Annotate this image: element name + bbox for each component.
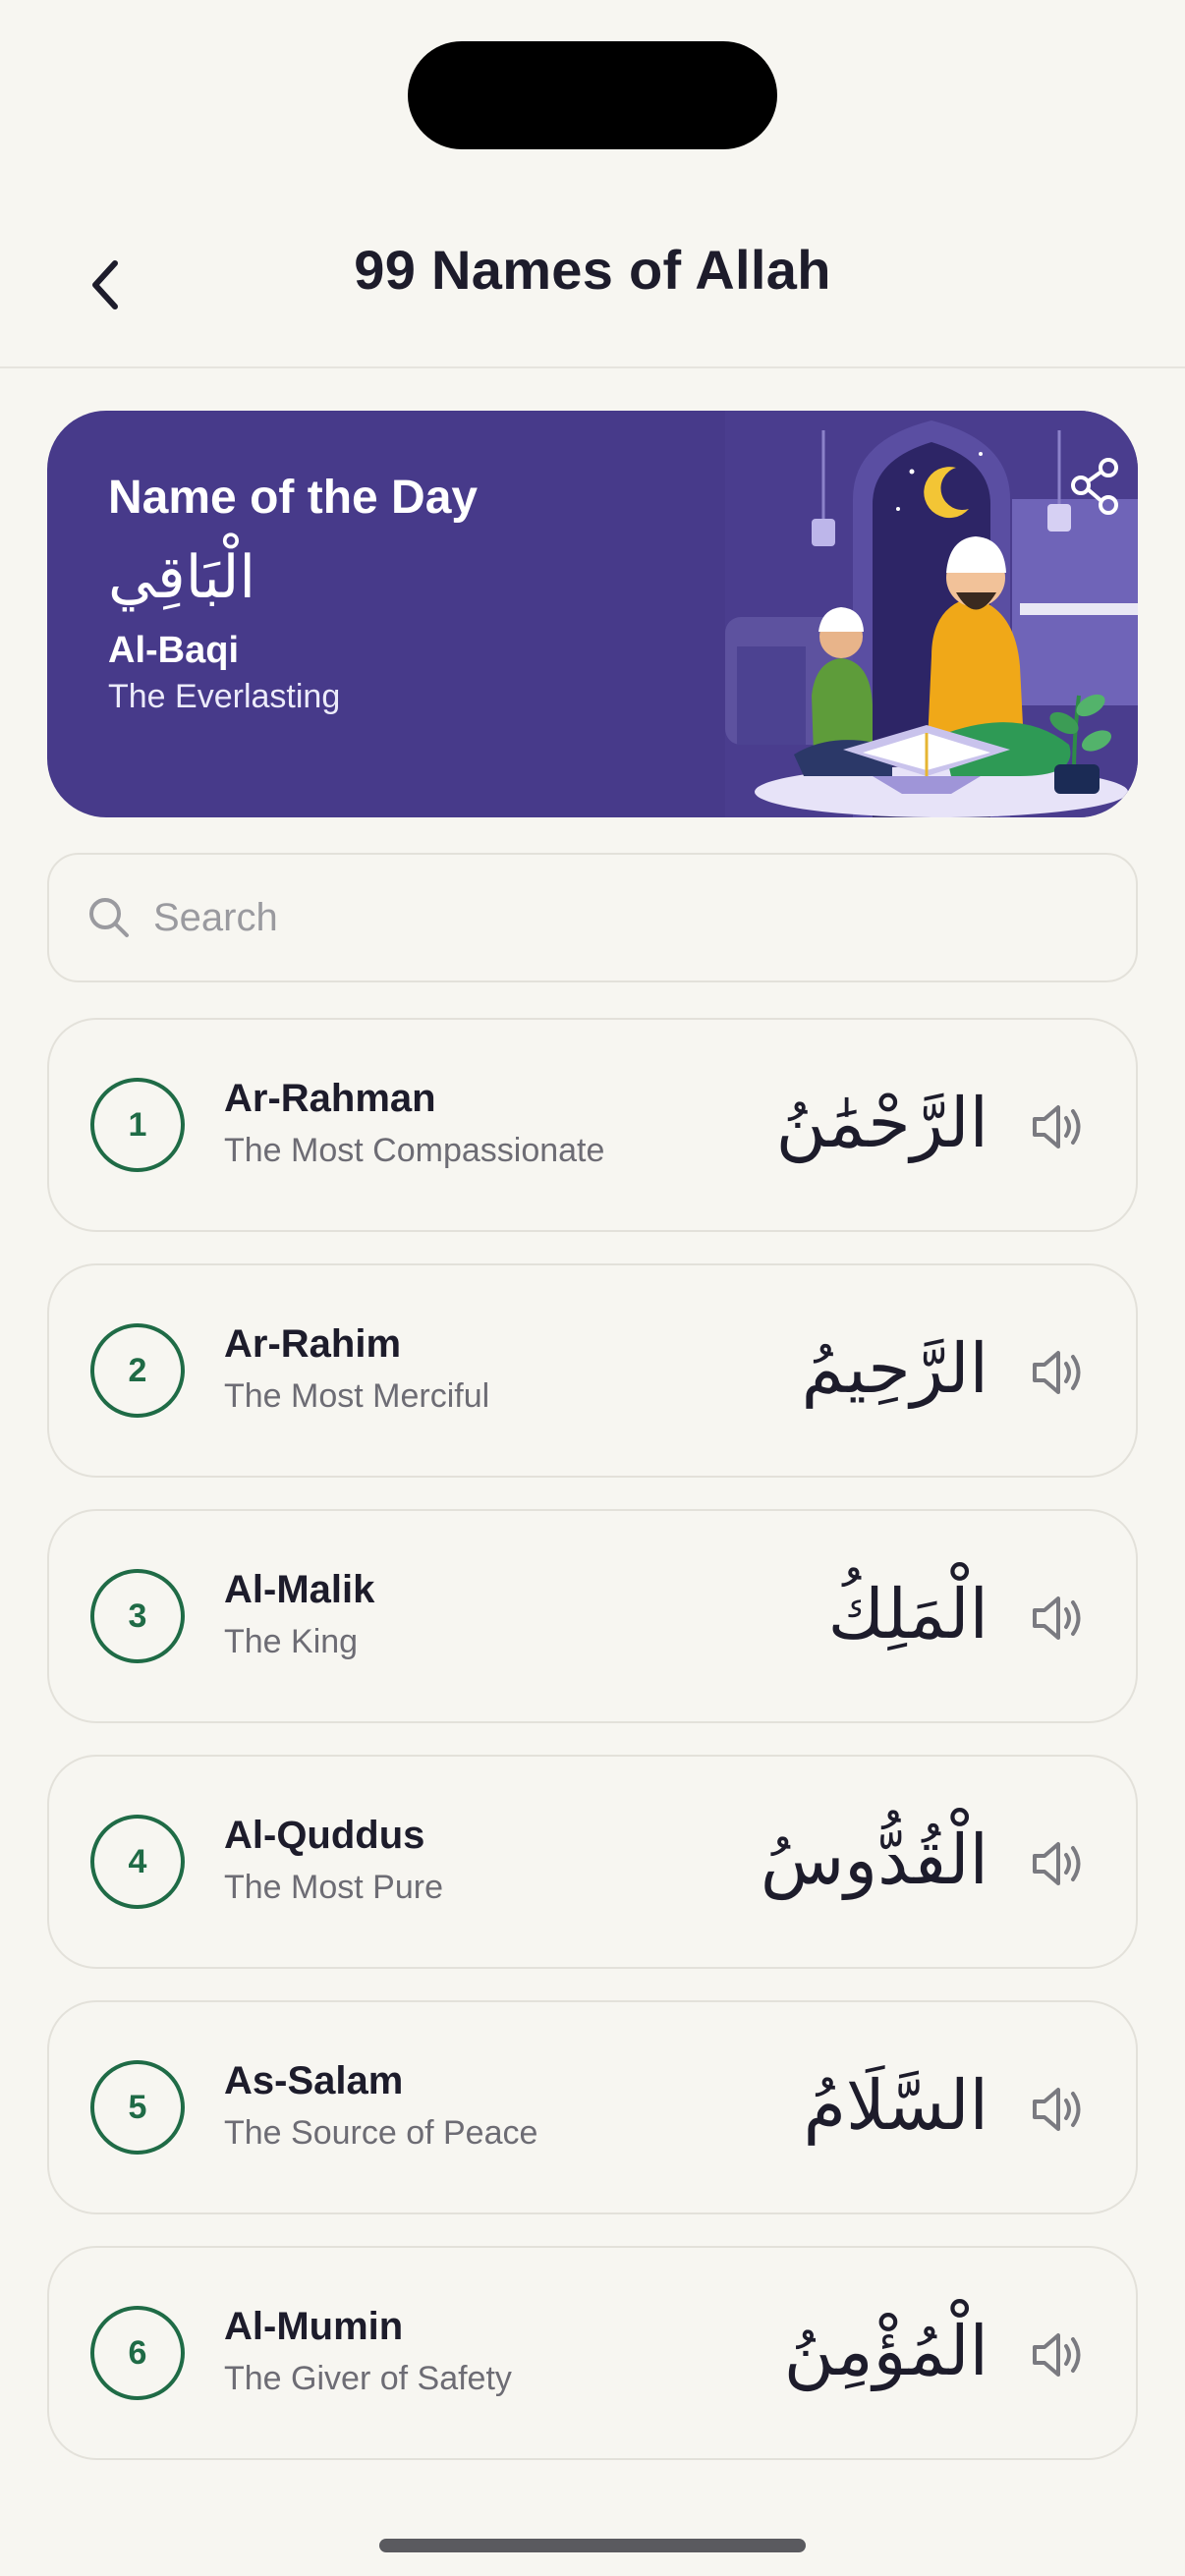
name-meaning: The Most Pure: [224, 1869, 443, 1906]
play-audio-button[interactable]: [1024, 1092, 1093, 1161]
name-transliteration: Ar-Rahman: [224, 1077, 436, 1120]
name-card[interactable]: 1 Ar-Rahman The Most Compassionate الرَّ…: [47, 1018, 1138, 1232]
name-card[interactable]: 3 Al-Malik The King الْمَلِكُ: [47, 1509, 1138, 1723]
name-number-badge: 5: [90, 2060, 185, 2155]
name-card[interactable]: 6 Al-Mumin The Giver of Safety الْمُؤْمِ…: [47, 2246, 1138, 2460]
name-meaning: The Giver of Safety: [224, 2360, 512, 2397]
play-audio-button[interactable]: [1024, 2075, 1093, 2144]
speaker-icon: [1033, 1596, 1081, 1640]
hero-meaning: The Everlasting: [108, 677, 341, 715]
nav-header: 99 Names of Allah: [0, 196, 1185, 368]
search-input[interactable]: [153, 855, 1136, 980]
speaker-icon: [1033, 1105, 1081, 1148]
name-card[interactable]: 4 Al-Quddus The Most Pure الْقُدُّوسُ: [47, 1755, 1138, 1969]
play-audio-button[interactable]: [1024, 1829, 1093, 1898]
dynamic-island: [408, 41, 777, 149]
name-number-badge: 4: [90, 1815, 185, 1909]
name-number-badge: 2: [90, 1323, 185, 1418]
name-arabic: الْمَلِكُ: [827, 1574, 988, 1654]
speaker-icon: [1033, 2088, 1081, 2131]
play-audio-button[interactable]: [1024, 1584, 1093, 1652]
name-meaning: The Source of Peace: [224, 2114, 538, 2152]
name-number-badge: 6: [90, 2306, 185, 2400]
name-transliteration: As-Salam: [224, 2059, 404, 2102]
play-audio-button[interactable]: [1024, 1338, 1093, 1407]
page-title: 99 Names of Allah: [354, 239, 831, 301]
name-arabic: الْقُدُّوسُ: [760, 1820, 988, 1900]
name-number-badge: 1: [90, 1078, 185, 1172]
names-list: 1 Ar-Rahman The Most Compassionate الرَّ…: [47, 1018, 1138, 2492]
speaker-icon: [1033, 1842, 1081, 1885]
name-transliteration: Ar-Rahim: [224, 1322, 402, 1366]
hero-illustration: [725, 411, 1138, 817]
hero-arabic-name: الْبَاقِي: [108, 542, 256, 612]
name-card[interactable]: 2 Ar-Rahim The Most Merciful الرَّحِيمُ: [47, 1263, 1138, 1478]
hero-text: Name of the Day الْبَاقِي Al-Baqi The Ev…: [108, 470, 478, 716]
speaker-icon: [1033, 2333, 1081, 2377]
name-transliteration: Al-Malik: [224, 1568, 375, 1611]
home-indicator: [379, 2539, 806, 2552]
name-of-the-day-card[interactable]: Name of the Day الْبَاقِي Al-Baqi The Ev…: [47, 411, 1138, 817]
name-arabic: الرَّحْمَٰنُ: [775, 1083, 988, 1163]
names-screen: 99 Names of Allah Name of the Day الْبَا…: [0, 0, 1185, 2576]
hero-transliteration: Al-Baqi: [108, 629, 239, 671]
name-meaning: The Most Compassionate: [224, 1132, 605, 1169]
name-meaning: The King: [224, 1623, 359, 1660]
name-card[interactable]: 5 As-Salam The Source of Peace السَّلَام…: [47, 2000, 1138, 2214]
hero-heading: Name of the Day: [108, 472, 479, 524]
name-meaning: The Most Merciful: [224, 1377, 490, 1415]
name-transliteration: Al-Mumin: [224, 2305, 404, 2348]
name-arabic: الرَّحِيمُ: [801, 1328, 988, 1409]
name-arabic: السَّلَامُ: [803, 2065, 988, 2146]
name-number-badge: 3: [90, 1569, 185, 1663]
search-icon: [89, 898, 129, 937]
name-transliteration: Al-Quddus: [224, 1814, 425, 1857]
name-arabic: الْمُؤْمِنُ: [783, 2311, 988, 2391]
speaker-icon: [1033, 1351, 1081, 1394]
play-audio-button[interactable]: [1024, 2321, 1093, 2389]
search-bar[interactable]: [47, 853, 1138, 982]
